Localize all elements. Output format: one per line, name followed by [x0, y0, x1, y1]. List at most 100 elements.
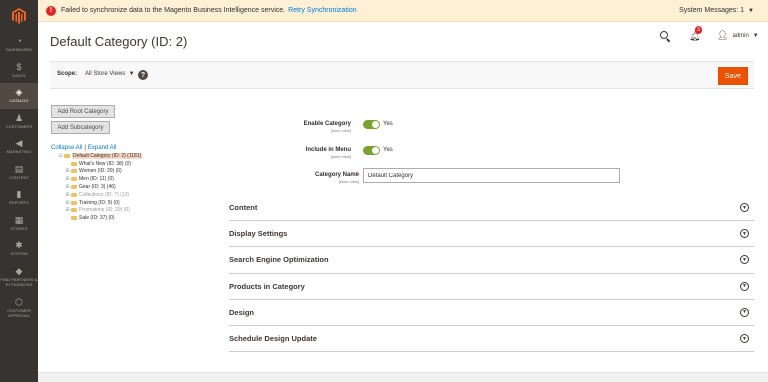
store-icon: ▦	[14, 214, 24, 225]
tree-node[interactable]: Sale (ID: 37) (0)	[65, 214, 142, 222]
tree-node-label[interactable]: What's New (ID: 38) (0)	[79, 161, 131, 167]
section-title: Content	[229, 203, 258, 213]
collapse-node-icon[interactable]: ⊟	[58, 153, 63, 159]
bar-chart-icon: ▮	[16, 189, 22, 200]
nav-item-reports[interactable]: ▮ Reports	[0, 185, 38, 211]
tree-node-label[interactable]: Promotions (ID: 29) (0)	[79, 207, 130, 213]
include-in-menu-label: Include in Menu [store view]	[306, 147, 351, 159]
tree-node[interactable]: ⊞ Training (ID: 9) (0)	[65, 199, 142, 207]
tree-node-label[interactable]: Gear (ID: 3) (46)	[79, 184, 116, 190]
chevron-down-icon: ▼	[740, 307, 749, 317]
nav-item-marketing[interactable]: ◀ Marketing	[0, 134, 38, 160]
tree-node-label[interactable]: Men (ID: 11) (0)	[79, 176, 114, 182]
add-root-category-button[interactable]: Add Root Category	[51, 105, 115, 118]
retry-sync-link[interactable]: Retry Synchronization	[288, 7, 356, 14]
folder-icon	[71, 200, 77, 205]
scope-label: Scope:	[57, 71, 78, 77]
toggle-knob	[372, 147, 379, 154]
include-in-menu-value: Yes	[383, 147, 393, 153]
tree-node-label[interactable]: Collections (ID: 7) (13)	[79, 192, 129, 198]
tree-node[interactable]: ⊞ Men (ID: 11) (0)	[65, 175, 142, 183]
chevron-down-icon: ▼	[740, 229, 749, 239]
store-view-value: All Store Views	[85, 71, 126, 77]
expand-node-icon[interactable]: ⊞	[65, 168, 70, 174]
approval-icon: ⬡	[15, 297, 23, 307]
enable-category-label-text: Enable Category	[303, 121, 351, 127]
section-products-in-category[interactable]: Products in Category ▼	[229, 274, 754, 300]
tree-node-label[interactable]: Training (ID: 9) (0)	[79, 200, 120, 206]
folder-icon	[71, 216, 77, 221]
chevron-down-icon: ▼	[740, 203, 749, 213]
store-view-switcher[interactable]: All Store Views ▼	[85, 71, 135, 77]
nav-item-dashboard[interactable]: ◔ Dashboard	[0, 32, 38, 58]
tree-node[interactable]: ⊟ Default Category (ID: 2) (1181)	[58, 152, 143, 160]
person-icon: ♟	[14, 112, 24, 123]
section-design[interactable]: Design ▼	[229, 300, 754, 326]
expand-node-icon[interactable]: ⊞	[65, 184, 70, 190]
collapse-all-link[interactable]: Collapse All	[51, 145, 82, 151]
expand-node-icon[interactable]: ⊞	[65, 200, 70, 206]
content-icon: ▤	[14, 163, 24, 174]
include-in-menu-toggle[interactable]	[363, 146, 380, 155]
search-icon[interactable]	[660, 30, 671, 42]
add-subcategory-button[interactable]: Add Subcategory	[51, 121, 110, 134]
enable-category-toggle[interactable]	[363, 120, 380, 129]
category-name-input[interactable]	[363, 168, 620, 183]
tree-node-label[interactable]: Default Category (ID: 2) (1181)	[72, 152, 143, 159]
nav-item-label: Marketing	[6, 149, 32, 155]
nav-item-system[interactable]: ✱ System	[0, 236, 38, 262]
toggle-knob	[372, 121, 379, 128]
tree-node[interactable]: ⊞ Gear (ID: 3) (46)	[65, 183, 142, 191]
expand-node-icon[interactable]: ⊞	[65, 176, 70, 182]
nav-item-label: Dashboard	[5, 47, 33, 53]
nav-item-stores[interactable]: ▦ Stores	[0, 211, 38, 237]
admin-user-menu[interactable]: 👤︎ admin ▼	[717, 30, 759, 41]
nav-item-content[interactable]: ▤ Content	[0, 160, 38, 186]
tree-node[interactable]: ⊞ Promotions (ID: 29) (0)	[65, 207, 142, 215]
nav-item-customers[interactable]: ♟ Customers	[0, 109, 38, 135]
expand-all-link[interactable]: Expand All	[88, 145, 116, 151]
folder-icon	[71, 208, 77, 213]
save-button[interactable]: Save	[718, 67, 748, 85]
expand-node-icon[interactable]: ⊞	[65, 192, 70, 198]
box-icon: ◈	[15, 87, 23, 98]
enable-category-scope: [store view]	[330, 128, 351, 133]
nav-item-sales[interactable]: $ Sales	[0, 58, 38, 84]
dollar-icon: $	[16, 61, 22, 72]
system-message-text: Failed to synchronize data to the Magent…	[61, 7, 286, 14]
chevron-down-icon: ▼	[752, 32, 759, 39]
enable-category-label: Enable Category [store view]	[304, 121, 351, 133]
section-display-settings[interactable]: Display Settings ▼	[229, 221, 754, 248]
nav-item-label: Customers	[5, 123, 33, 129]
magento-logo[interactable]	[0, 0, 38, 32]
system-messages-label: System Messages: 1	[679, 7, 745, 14]
nav-item-label: System	[10, 251, 28, 257]
dashboard-icon: ◔	[16, 36, 22, 47]
section-seo[interactable]: Search Engine Optimization ▼	[229, 247, 754, 274]
extensions-icon: ◆	[15, 266, 23, 276]
chevron-down-icon: ▼	[740, 281, 749, 291]
folder-icon	[64, 153, 70, 158]
tree-node[interactable]: ⊞ Collections (ID: 7) (13)	[65, 191, 142, 199]
nav-item-find-partners-extensions[interactable]: ◆ Find Partners & Extensions	[0, 262, 38, 293]
nav-item-label: Customer Approval	[7, 308, 31, 318]
expand-node-icon[interactable]: ⊞	[65, 207, 70, 213]
nav-item-catalog[interactable]: ◈ Catalog	[0, 83, 38, 109]
notifications-bell-icon[interactable]: 🔔︎ 3	[689, 25, 702, 41]
tree-node-label[interactable]: Sale (ID: 37) (0)	[79, 215, 115, 221]
tree-node-label[interactable]: Women (ID: 20) (0)	[79, 168, 122, 174]
nav-item-customer-approval[interactable]: ⬡ Customer Approval	[0, 293, 38, 324]
folder-icon	[71, 161, 77, 166]
admin-sidebar: ◔ Dashboard $ Sales ◈ Catalog ♟ Customers ◀ Marke…	[0, 0, 38, 382]
section-content[interactable]: Content ▼	[229, 195, 754, 222]
gear-icon: ✱	[15, 240, 23, 251]
include-in-menu-label-text: Include in Menu	[305, 147, 351, 153]
help-icon[interactable]: ?	[138, 70, 148, 80]
nav-item-label: Stores	[10, 225, 28, 231]
system-messages-toggle[interactable]: System Messages: 1 ▼	[679, 7, 754, 14]
user-icon: 👤︎	[717, 30, 729, 40]
section-schedule-design-update[interactable]: Schedule Design Update ▼	[229, 326, 754, 353]
tree-node[interactable]: What's New (ID: 38) (0)	[65, 160, 142, 168]
category-sections: Content ▼ Display Settings ▼ Search Engi…	[229, 195, 754, 353]
tree-node[interactable]: ⊞ Women (ID: 20) (0)	[65, 168, 142, 176]
